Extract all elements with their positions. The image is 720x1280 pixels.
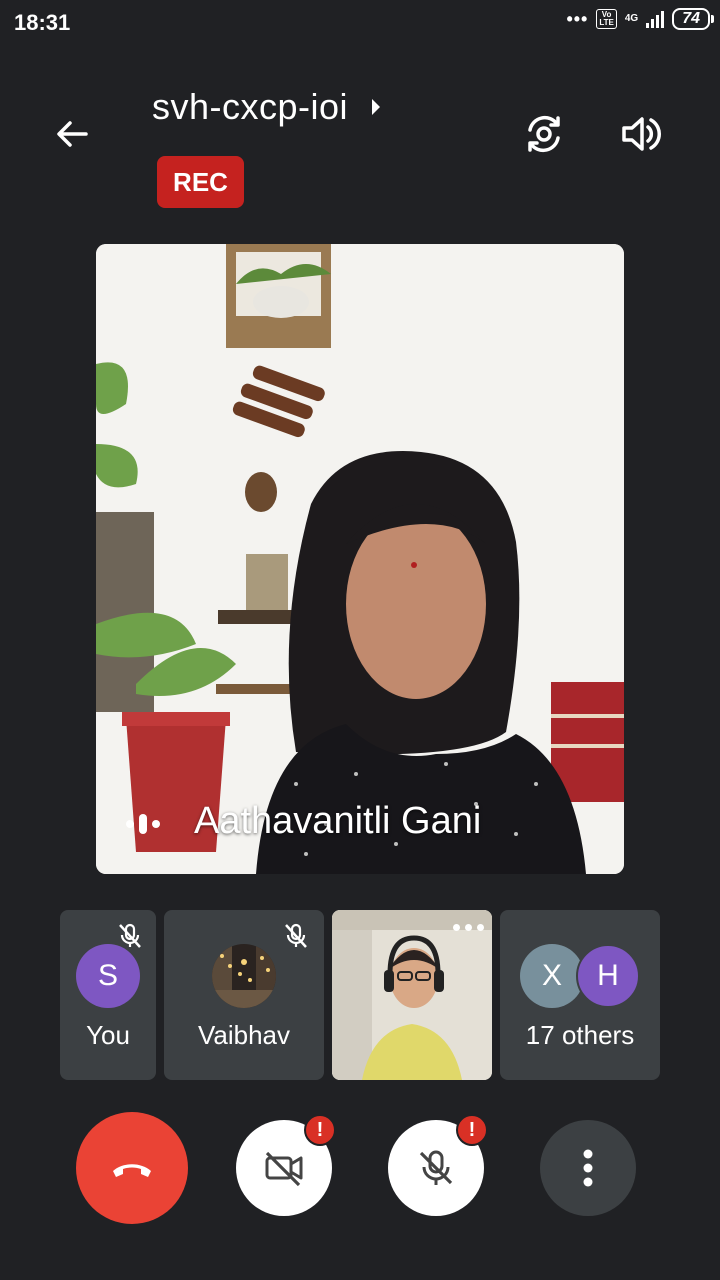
- camera-toggle-button[interactable]: !: [236, 1114, 336, 1216]
- mic-toggle-button[interactable]: !: [388, 1114, 488, 1216]
- volte-icon: Vo LTE: [596, 9, 617, 29]
- participant-video-frame: [332, 910, 492, 1080]
- main-speaker-video[interactable]: Aathavanitli Gani: [96, 244, 624, 874]
- recording-badge: REC: [157, 156, 244, 208]
- mic-off-icon: [280, 920, 312, 952]
- camera-off-icon: [265, 1151, 303, 1187]
- avatar: H: [576, 944, 640, 1008]
- more-vert-icon: [583, 1149, 593, 1187]
- network-type: 4G: [624, 13, 639, 24]
- speaker-name: Aathavanitli Gani: [194, 800, 482, 842]
- participant-tile-others[interactable]: X H 17 others: [500, 910, 660, 1080]
- notification-dots: •••: [566, 8, 589, 29]
- meeting-title[interactable]: svh-cxcp-ioi: [152, 86, 382, 128]
- avatar: [212, 944, 276, 1008]
- avatar: S: [76, 944, 140, 1008]
- participant-tile-vaibhav[interactable]: Vaibhav: [164, 910, 324, 1080]
- status-time: 18:31: [14, 10, 71, 35]
- end-call-icon: [113, 1164, 151, 1177]
- participant-label: You: [86, 1020, 130, 1050]
- more-options-button[interactable]: [540, 1120, 636, 1216]
- speaker-icon[interactable]: [616, 110, 664, 158]
- camera-alert-badge: !: [304, 1114, 336, 1146]
- chevron-right-icon: [372, 99, 381, 115]
- signal-bars-icon: [646, 10, 665, 28]
- participant-tile-video[interactable]: [332, 910, 492, 1080]
- speaker-video-frame: [96, 244, 624, 874]
- participant-label: Vaibhav: [197, 1020, 291, 1050]
- more-options-icon[interactable]: [453, 924, 484, 931]
- participant-tile-you[interactable]: S You: [60, 910, 156, 1080]
- back-arrow-icon[interactable]: [50, 112, 94, 156]
- end-call-button[interactable]: [76, 1112, 188, 1224]
- mic-off-icon: [419, 1150, 453, 1185]
- status-icons: ••• Vo LTE 4G 74: [566, 8, 714, 30]
- participant-label: 17 others: [525, 1020, 635, 1050]
- mic-alert-badge: !: [456, 1114, 488, 1146]
- meeting-code: svh-cxcp-ioi: [152, 86, 349, 127]
- switch-camera-icon[interactable]: [520, 110, 568, 158]
- avatar: X: [520, 944, 584, 1008]
- battery-icon: 74: [672, 8, 714, 30]
- speaking-indicator-icon: [124, 809, 164, 839]
